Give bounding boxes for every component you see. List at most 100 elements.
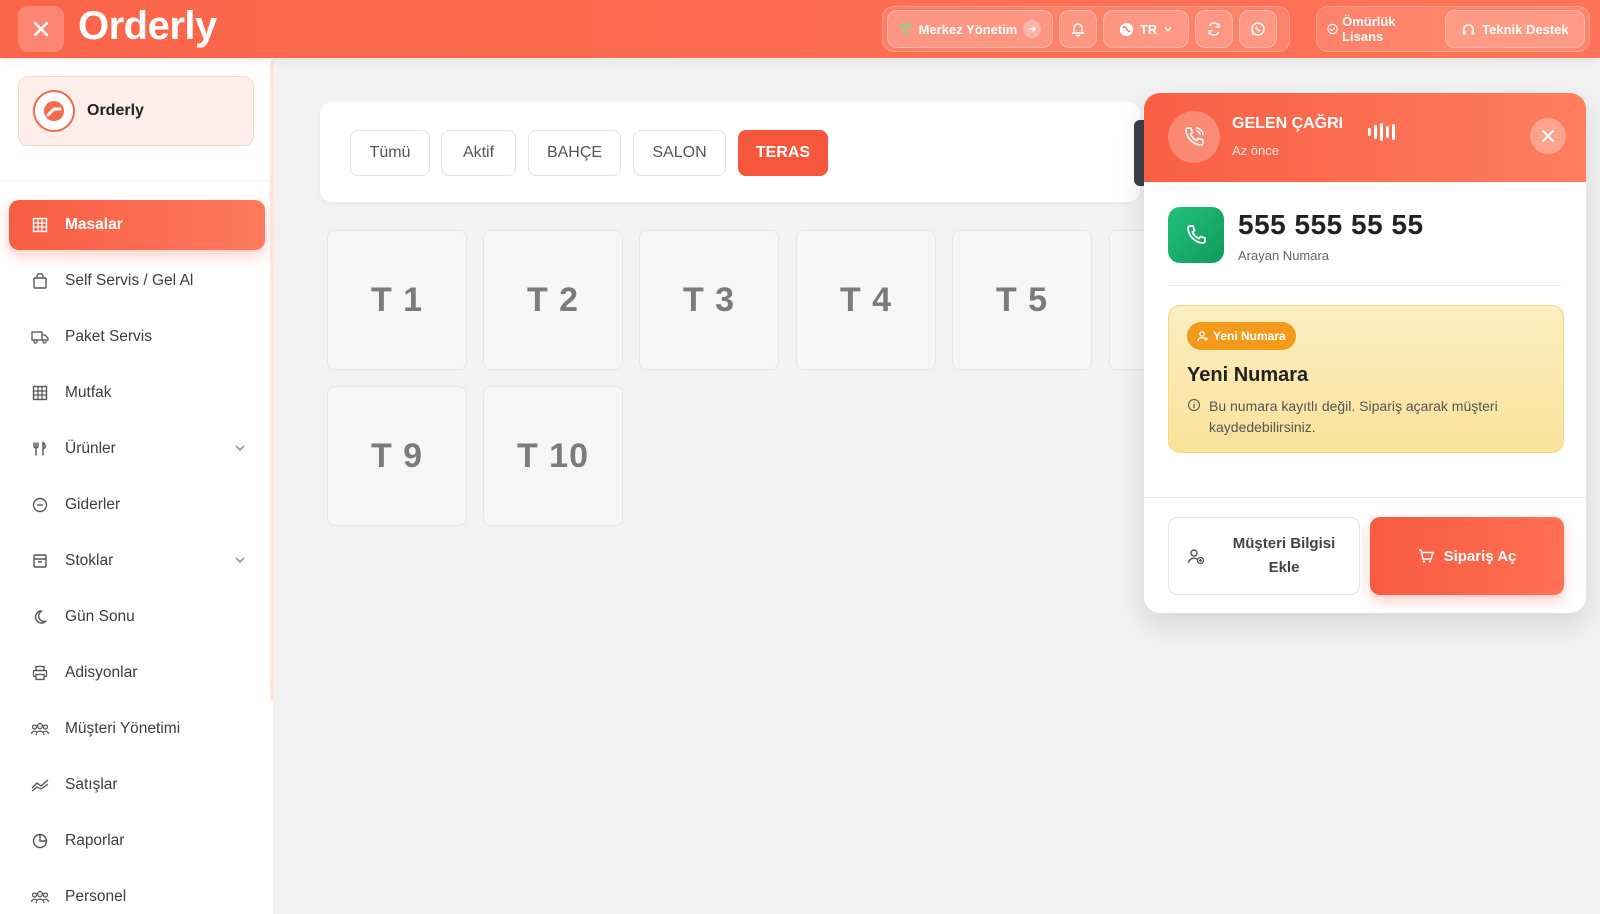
- whatsapp-icon: [1251, 22, 1265, 36]
- new-number-badge: Yeni Numara: [1187, 322, 1296, 350]
- new-number-card: Yeni Numara Yeni Numara Bu numara kayıtl…: [1168, 305, 1564, 453]
- chevron-down-icon: [1164, 26, 1172, 32]
- network-icon: [900, 23, 912, 35]
- divider: [1168, 285, 1562, 286]
- new-number-description: Bu numara kayıtlı değil. Sipariş açarak …: [1209, 398, 1498, 435]
- open-order-button[interactable]: Sipariş Aç: [1370, 517, 1564, 595]
- license-status: Ömürlük Lisans: [1321, 14, 1439, 44]
- sidebar-item-stoklar[interactable]: Stoklar: [9, 536, 265, 586]
- close-button[interactable]: [18, 6, 64, 52]
- table-card[interactable]: T 2: [483, 230, 623, 370]
- utensils-icon: [31, 440, 49, 458]
- sidebar-nav: Masalar Self Servis / Gel Al Paket Servi…: [0, 200, 274, 914]
- orderly-logo-icon: [33, 90, 75, 132]
- sidebar-brand-label: Orderly: [87, 102, 144, 119]
- filter-chip-bahce[interactable]: BAHÇE: [528, 130, 621, 176]
- merkez-label: Merkez Yönetim: [918, 21, 1018, 37]
- language-label: TR: [1139, 21, 1158, 37]
- close-icon: [1542, 130, 1554, 142]
- sidebar-item-mutfak[interactable]: Mutfak: [9, 368, 265, 418]
- refresh-icon: [1208, 22, 1220, 36]
- filter-chip-tumu[interactable]: Tümü: [350, 130, 430, 176]
- table-card[interactable]: T 5: [952, 230, 1092, 370]
- sidebar-item-label: Gün Sonu: [65, 608, 135, 625]
- sidebar-item-personel[interactable]: Personel: [9, 872, 265, 914]
- language-select[interactable]: TR: [1103, 10, 1189, 48]
- incoming-call-panel: GELEN ÇAĞRI Az önce 555 555 55 55 Arayan…: [1144, 93, 1586, 613]
- grid-icon: [31, 216, 49, 234]
- phone-icon: [1168, 207, 1224, 263]
- support-label: Teknik Destek: [1482, 21, 1569, 37]
- close-icon: [33, 21, 49, 37]
- info-icon: [1187, 398, 1201, 412]
- table-card[interactable]: T 4: [796, 230, 936, 370]
- printer-icon: [31, 664, 49, 682]
- sidebar-brand-card[interactable]: Orderly: [18, 76, 254, 146]
- sidebar-item-label: Ürünler: [65, 440, 116, 457]
- minus-circle-icon: [31, 496, 49, 514]
- sidebar-item-masalar[interactable]: Masalar: [9, 200, 265, 250]
- sidebar-item-label: Müşteri Yönetimi: [65, 720, 181, 737]
- user-plus-icon: [1187, 549, 1205, 565]
- top-bar: Orderly Merkez Yönetim ➜ TR Ömürlük Lisa…: [0, 0, 1600, 58]
- divider: [1144, 497, 1586, 498]
- sidebar-item-label: Masalar: [65, 216, 123, 233]
- caller-number-caption: Arayan Numara: [1238, 248, 1330, 263]
- chevron-down-icon[interactable]: [233, 553, 247, 567]
- sidebar-item-label: Personel: [65, 888, 127, 905]
- chevron-down-icon[interactable]: [233, 441, 247, 455]
- add-customer-info-label: Müşteri Bilgisi Ekle: [1232, 535, 1336, 576]
- sidebar-item-musteri-yonetimi[interactable]: Müşteri Yönetimi: [9, 704, 265, 754]
- sidebar-item-gun-sonu[interactable]: Gün Sonu: [9, 592, 265, 642]
- call-close-button[interactable]: [1530, 118, 1566, 154]
- archive-icon: [31, 552, 49, 570]
- sidebar-item-label: Adisyonlar: [65, 664, 138, 681]
- users-icon: [31, 888, 49, 906]
- merkez-yonetim-button[interactable]: Merkez Yönetim ➜: [887, 10, 1053, 48]
- sidebar-item-paket-servis[interactable]: Paket Servis: [9, 312, 265, 362]
- audio-wave-icon: [1368, 123, 1395, 141]
- trend-icon: [31, 776, 49, 794]
- sidebar-item-label: Self Servis / Gel Al: [65, 272, 194, 289]
- table-card[interactable]: T 1: [327, 230, 467, 370]
- filter-chip-salon[interactable]: SALON: [633, 130, 726, 176]
- table-card[interactable]: T 3: [639, 230, 779, 370]
- phone-ringing-icon: [1168, 111, 1220, 163]
- call-header: GELEN ÇAĞRI Az önce: [1144, 93, 1586, 182]
- table-card-partial[interactable]: [1109, 230, 1149, 370]
- new-number-title: Yeni Numara: [1187, 364, 1309, 386]
- sidebar-item-label: Stoklar: [65, 552, 114, 569]
- sidebar-item-raporlar[interactable]: Raporlar: [9, 816, 265, 866]
- sidebar-scrollbar[interactable]: [270, 60, 274, 700]
- add-customer-info-button[interactable]: Müşteri Bilgisi Ekle: [1168, 517, 1360, 595]
- headset-icon: [1463, 23, 1475, 35]
- users-icon: [31, 720, 49, 738]
- support-button[interactable]: Teknik Destek: [1444, 10, 1585, 48]
- call-time: Az önce: [1232, 143, 1279, 158]
- filter-chip-aktif[interactable]: Aktif: [441, 130, 516, 176]
- topbar-right: Ömürlük Lisans Teknik Destek: [1316, 6, 1590, 52]
- sidebar-item-adisyonlar[interactable]: Adisyonlar: [9, 648, 265, 698]
- refresh-button[interactable]: [1195, 10, 1233, 48]
- sidebar-item-urunler[interactable]: Ürünler: [9, 424, 265, 474]
- sidebar-item-satislar[interactable]: Satışlar: [9, 760, 265, 810]
- table-card[interactable]: T 9: [327, 386, 467, 526]
- license-label: Ömürlük Lisans: [1342, 14, 1396, 44]
- sidebar-item-label: Mutfak: [65, 384, 112, 401]
- sidebar-item-giderler[interactable]: Giderler: [9, 480, 265, 530]
- call-title: GELEN ÇAĞRI: [1232, 115, 1344, 132]
- notifications-button[interactable]: [1059, 10, 1097, 48]
- new-number-badge-label: Yeni Numara: [1213, 329, 1286, 343]
- sidebar-item-self-servis[interactable]: Self Servis / Gel Al: [9, 256, 265, 306]
- grid-icon: [31, 384, 49, 402]
- check-circle-icon: [1327, 23, 1338, 35]
- whatsapp-button[interactable]: [1239, 10, 1277, 48]
- cart-icon: [1418, 549, 1434, 563]
- sidebar-item-label: Paket Servis: [65, 328, 153, 345]
- bell-icon: [1071, 23, 1085, 37]
- app-brand: Orderly: [78, 4, 217, 48]
- arrow-right-icon: ➜: [1023, 20, 1042, 38]
- filter-chip-teras[interactable]: TERAS: [738, 130, 828, 176]
- table-card[interactable]: T 10: [483, 386, 623, 526]
- shopping-bag-icon: [31, 272, 49, 290]
